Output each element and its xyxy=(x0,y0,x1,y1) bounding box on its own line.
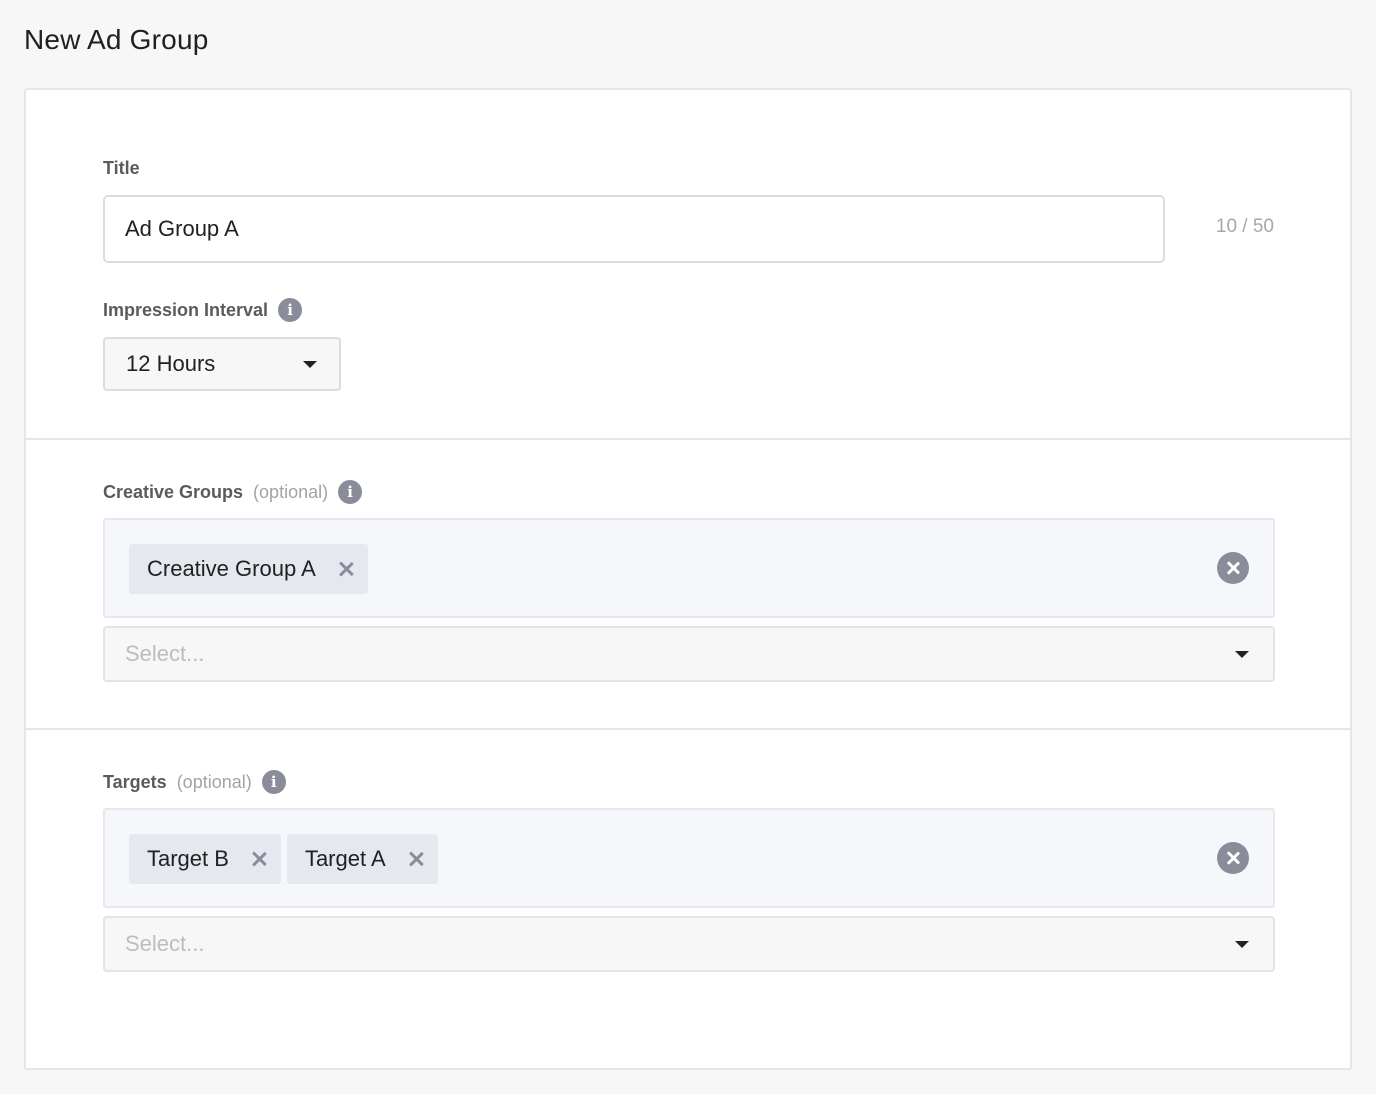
title-char-count: 10 / 50 xyxy=(1215,216,1274,237)
info-icon[interactable]: i xyxy=(261,770,286,794)
creative-groups-tags: Creative Group A xyxy=(129,544,368,594)
select-placeholder: Select... xyxy=(125,931,205,956)
chevron-down-icon xyxy=(1235,650,1249,658)
creative-groups-label: Creative Groups (optional) i xyxy=(103,480,363,504)
select-placeholder: Select... xyxy=(125,641,205,666)
impression-interval-label-text: Impression Interval xyxy=(103,299,269,320)
impression-interval-label: Impression Interval i xyxy=(103,298,303,322)
impression-interval-select[interactable]: 12 Hours xyxy=(103,337,341,391)
remove-tag-icon[interactable] xyxy=(408,851,424,867)
tag-label: Target B xyxy=(147,846,229,871)
ad-group-form-card: Title 10 / 50 Impression Interval i 12 H… xyxy=(24,88,1352,1070)
clear-all-icon[interactable] xyxy=(1217,552,1249,584)
title-field-label: Title xyxy=(103,158,140,179)
creative-groups-select[interactable]: Select... xyxy=(103,626,1275,682)
creative-groups-section: Creative Groups (optional) i Creative Gr… xyxy=(26,438,1350,728)
page-title: New Ad Group xyxy=(24,24,209,55)
tag-target-b: Target B xyxy=(129,834,281,884)
targets-select[interactable]: Select... xyxy=(103,916,1275,972)
targets-tag-box[interactable]: Target B Target A xyxy=(103,808,1275,908)
tag-target-a: Target A xyxy=(286,834,438,884)
creative-groups-label-text: Creative Groups xyxy=(103,481,244,502)
creative-groups-tag-box[interactable]: Creative Group A xyxy=(103,518,1275,618)
targets-label-text: Targets xyxy=(103,771,167,792)
targets-tags: Target B Target A xyxy=(129,834,438,884)
info-icon[interactable]: i xyxy=(338,480,363,504)
tag-creative-group-a: Creative Group A xyxy=(129,544,368,594)
optional-hint: (optional) xyxy=(176,771,252,792)
title-label-text: Title xyxy=(103,158,140,178)
remove-tag-icon[interactable] xyxy=(251,851,267,867)
basic-settings-section: Title 10 / 50 Impression Interval i 12 H… xyxy=(26,90,1350,438)
optional-hint: (optional) xyxy=(253,481,329,502)
chevron-down-icon xyxy=(303,360,317,368)
tag-label: Creative Group A xyxy=(147,556,316,581)
chevron-down-icon xyxy=(1235,940,1249,948)
tag-label: Target A xyxy=(304,846,386,871)
remove-tag-icon[interactable] xyxy=(338,561,354,577)
info-icon[interactable]: i xyxy=(278,298,303,322)
impression-interval-value: 12 Hours xyxy=(126,351,216,376)
title-input[interactable] xyxy=(103,195,1165,263)
targets-section: Targets (optional) i Target B Target A S… xyxy=(26,728,1350,1068)
clear-all-icon[interactable] xyxy=(1217,842,1249,874)
targets-label: Targets (optional) i xyxy=(103,770,286,794)
